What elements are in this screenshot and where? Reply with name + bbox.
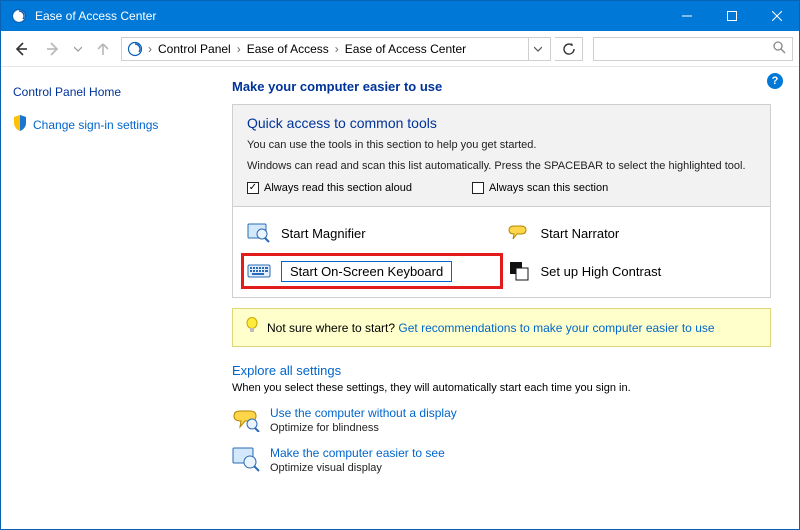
control-panel-home-link[interactable]: Control Panel Home (13, 85, 121, 99)
maximize-button[interactable] (709, 1, 754, 31)
refresh-button[interactable] (555, 37, 583, 61)
tip-link[interactable]: Get recommendations to make your compute… (398, 321, 714, 335)
explore-link[interactable]: Make the computer easier to see (270, 446, 445, 460)
start-magnifier-tool[interactable]: Start Magnifier (247, 221, 497, 245)
toolbar: › Control Panel › Ease of Access › Ease … (1, 31, 799, 67)
keyboard-icon (247, 259, 271, 283)
tool-label: Start On-Screen Keyboard (281, 261, 452, 282)
explore-desc: Optimize for blindness (270, 422, 457, 434)
app-icon (9, 6, 29, 26)
explore-link[interactable]: Use the computer without a display (270, 406, 457, 420)
breadcrumb-item[interactable]: Control Panel (154, 42, 235, 56)
start-osk-tool[interactable]: Start On-Screen Keyboard (247, 259, 497, 283)
close-button[interactable] (754, 1, 799, 31)
page-heading: Make your computer easier to use (232, 79, 771, 94)
breadcrumb-sep-icon: › (148, 42, 152, 56)
explore-heading: Explore all settings (232, 363, 771, 378)
main-content: ? Make your computer easier to use Quick… (216, 67, 799, 529)
explore-item: Use the computer without a display Optim… (232, 406, 771, 434)
blindness-icon (232, 406, 260, 434)
tip-bar: Not sure where to start? Get recommendat… (232, 308, 771, 347)
up-button[interactable] (89, 35, 117, 63)
visual-display-icon (232, 446, 260, 474)
explore-item: Make the computer easier to see Optimize… (232, 446, 771, 474)
window-title: Ease of Access Center (35, 9, 156, 23)
start-narrator-tool[interactable]: Start Narrator (507, 221, 757, 245)
always-scan-checkbox[interactable]: Always scan this section (472, 182, 608, 194)
checkbox-icon (472, 182, 484, 194)
search-input[interactable] (593, 37, 793, 61)
breadcrumb-item[interactable]: Ease of Access Center (341, 42, 470, 56)
setup-high-contrast-tool[interactable]: Set up High Contrast (507, 259, 757, 283)
recent-dropdown[interactable] (71, 35, 85, 63)
checkbox-label: Always scan this section (489, 182, 608, 194)
checkbox-label: Always read this section aloud (264, 182, 412, 194)
search-icon (773, 41, 786, 57)
tip-text: Not sure where to start? (267, 321, 398, 335)
change-signin-link[interactable]: Change sign-in settings (33, 118, 158, 132)
explore-subtext: When you select these settings, they wil… (232, 382, 771, 394)
minimize-button[interactable] (664, 1, 709, 31)
sidebar: Control Panel Home Change sign-in settin… (1, 67, 216, 529)
breadcrumb-item[interactable]: Ease of Access (243, 42, 333, 56)
narrator-icon (507, 221, 531, 245)
quick-access-panel: Quick access to common tools You can use… (232, 104, 771, 207)
contrast-icon (507, 259, 531, 283)
tool-label: Start Magnifier (281, 226, 366, 241)
address-icon (126, 40, 144, 58)
breadcrumb-sep-icon: › (335, 42, 339, 56)
always-read-checkbox[interactable]: ✓ Always read this section aloud (247, 182, 412, 194)
help-icon[interactable]: ? (767, 73, 783, 89)
magnifier-icon (247, 221, 271, 245)
tool-label: Set up High Contrast (541, 264, 662, 279)
forward-button[interactable] (39, 35, 67, 63)
tool-label: Start Narrator (541, 226, 620, 241)
tool-grid: Start Magnifier Start Narrator Start On-… (232, 207, 771, 298)
breadcrumb-sep-icon: › (237, 42, 241, 56)
lightbulb-icon (245, 317, 259, 338)
address-dropdown[interactable] (528, 38, 546, 60)
back-button[interactable] (7, 35, 35, 63)
address-bar[interactable]: › Control Panel › Ease of Access › Ease … (121, 37, 551, 61)
explore-desc: Optimize visual display (270, 462, 445, 474)
panel-text: Windows can read and scan this list auto… (247, 158, 756, 175)
panel-text: You can use the tools in this section to… (247, 137, 756, 154)
shield-icon (13, 115, 27, 134)
panel-title: Quick access to common tools (247, 115, 756, 131)
checkbox-icon: ✓ (247, 182, 259, 194)
window-titlebar: Ease of Access Center (1, 1, 799, 31)
